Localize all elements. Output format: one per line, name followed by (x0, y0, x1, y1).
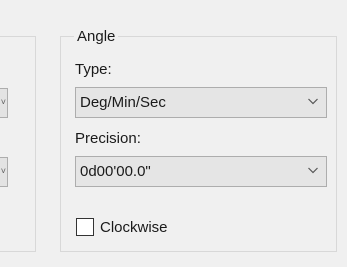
angle-group-title: Angle (74, 28, 119, 46)
precision-label: Precision: (75, 130, 141, 147)
precision-dropdown[interactable]: 0d00'00.0" (75, 156, 327, 187)
chevron-down-icon (308, 98, 318, 105)
type-dropdown-value: Deg/Min/Sec (80, 94, 166, 111)
clockwise-checkbox[interactable] (76, 218, 94, 236)
left-group-box (0, 36, 36, 252)
type-label: Type: (75, 61, 112, 78)
clockwise-label[interactable]: Clockwise (100, 218, 168, 237)
type-dropdown[interactable]: Deg/Min/Sec (75, 87, 327, 118)
chevron-down-icon (308, 167, 318, 174)
left-dropdown-1-edge[interactable]: ˅ (0, 88, 8, 118)
chevron-down-icon: ˅ (0, 97, 6, 107)
precision-dropdown-value: 0d00'00.0" (80, 163, 151, 180)
chevron-down-icon: ˅ (0, 166, 6, 176)
left-dropdown-2-edge[interactable]: ˅ (0, 157, 8, 187)
